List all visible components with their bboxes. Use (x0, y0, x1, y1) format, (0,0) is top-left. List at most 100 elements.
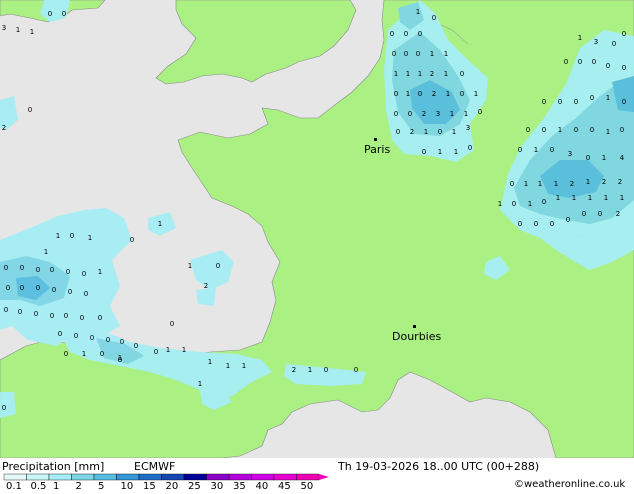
precip-value: 0 (18, 308, 22, 316)
colorbar-segment (251, 473, 275, 481)
precip-value: 0 (6, 284, 10, 292)
precip-value: 0 (20, 264, 24, 272)
precip-value: 0 (416, 50, 420, 58)
precip-value: 1 (308, 366, 312, 374)
precip-value: 2 (432, 90, 436, 98)
legend-tick-label: 20 (166, 481, 179, 490)
legend-tick-label: 1 (53, 481, 59, 490)
precip-value: 0 (542, 126, 546, 134)
precip-value: 1 (416, 8, 420, 16)
precip-value: 1 (406, 70, 410, 78)
precip-value: 0 (66, 268, 70, 276)
precip-value: 1 (558, 126, 562, 134)
precip-value: 0 (64, 350, 68, 358)
precip-value: 1 (606, 128, 610, 136)
legend-tick-labels: 0.1 0.5 1 2 5 10 15 20 25 30 35 40 45 50 (6, 481, 313, 492)
precip-value: 0 (534, 220, 538, 228)
legend-tick-label: 0.1 (6, 481, 22, 490)
precip-value: 0 (550, 146, 554, 154)
precip-value: 3 (568, 150, 572, 158)
precip-value: 2 (292, 366, 296, 374)
precip-value: 1 (464, 110, 468, 118)
precip-value: 0 (622, 98, 626, 106)
weather-map-screen: 0000100011111210010210100231100210130110… (0, 0, 634, 492)
precip-value: 1 (82, 350, 86, 358)
legend-tick-label: 0.5 (31, 481, 47, 490)
precip-value: 2 (602, 178, 606, 186)
precip-value: 1 (444, 50, 448, 58)
precip-value: 0 (396, 128, 400, 136)
precip-value: 0 (52, 286, 56, 294)
precip-value: 2 (570, 180, 574, 188)
legend-title: Precipitation [mm] (2, 460, 104, 473)
colorbar-segment (71, 473, 95, 481)
precip-value: 1 (524, 180, 528, 188)
precip-value: 0 (90, 334, 94, 342)
precip-value: 2 (422, 110, 426, 118)
precip-value: 0 (590, 126, 594, 134)
precip-value: 1 (208, 358, 212, 366)
precip-value: 0 (354, 366, 358, 374)
precip-value: 0 (324, 366, 328, 374)
precip-value: 0 (574, 98, 578, 106)
colorbar-segment (161, 473, 185, 481)
precip-value: 1 (604, 194, 608, 202)
legend-tick-label: 45 (278, 481, 291, 490)
precip-value: 3 (436, 110, 440, 118)
precip-value: 0 (50, 266, 54, 274)
precip-value: 0 (28, 106, 32, 114)
precip-value: 0 (100, 350, 104, 358)
precip-value: 1 (556, 194, 560, 202)
precip-value: 0 (622, 64, 626, 72)
precip-value: 0 (74, 332, 78, 340)
precip-value: 0 (82, 270, 86, 278)
precip-value: 1 (586, 178, 590, 186)
legend-tick-label: 30 (211, 481, 224, 490)
precip-value: 0 (518, 146, 522, 154)
precip-value: 0 (432, 14, 436, 22)
precip-value: 0 (606, 62, 610, 70)
precip-value: 2 (204, 282, 208, 290)
colorbar-segment (296, 473, 320, 481)
precip-value: 3 (2, 24, 6, 32)
legend-tick-label: 10 (121, 481, 134, 490)
precip-value: 1 (44, 248, 48, 256)
precip-value: 1 (474, 90, 478, 98)
precip-value: 0 (438, 128, 442, 136)
precip-value: 2 (430, 70, 434, 78)
precip-value: 1 (450, 110, 454, 118)
colorbar-segment (273, 473, 297, 481)
precip-value: 1 (158, 220, 162, 228)
credit-text: ©weatheronline.co.uk (514, 479, 625, 490)
precip-value: 1 (166, 346, 170, 354)
precip-value: 0 (578, 58, 582, 66)
precip-value: 2 (616, 210, 620, 218)
colorbar-segment (183, 473, 207, 481)
legend-tick-label: 2 (76, 481, 82, 490)
colorbar-segment (93, 473, 117, 481)
colorbar-segment (26, 473, 50, 481)
precip-value: 1 (554, 180, 558, 188)
precip-value: 1 (452, 128, 456, 136)
precip-value: 3 (594, 38, 598, 46)
precip-value: 0 (120, 338, 124, 346)
precip-value: 0 (130, 236, 134, 244)
precip-value: 0 (134, 342, 138, 350)
precip-value: 1 (444, 70, 448, 78)
colorbar-segment (228, 473, 252, 481)
precip-value: 2 (410, 128, 414, 136)
precip-value: 0 (542, 98, 546, 106)
precip-value: 0 (50, 312, 54, 320)
forecast-datetime: Th 19-03-2026 18..00 UTC (00+288) (337, 460, 539, 473)
precip-value: 0 (394, 90, 398, 98)
precip-value: 0 (542, 198, 546, 206)
precip-value: 0 (590, 94, 594, 102)
precip-value: 1 (394, 70, 398, 78)
precip-value: 1 (572, 194, 576, 202)
colorbar-segment (116, 473, 140, 481)
colorbar-segment (206, 473, 230, 481)
city-label-paris: Paris (364, 143, 390, 156)
precip-value: 0 (68, 288, 72, 296)
precip-value: 0 (460, 70, 464, 78)
precip-value: 0 (550, 220, 554, 228)
